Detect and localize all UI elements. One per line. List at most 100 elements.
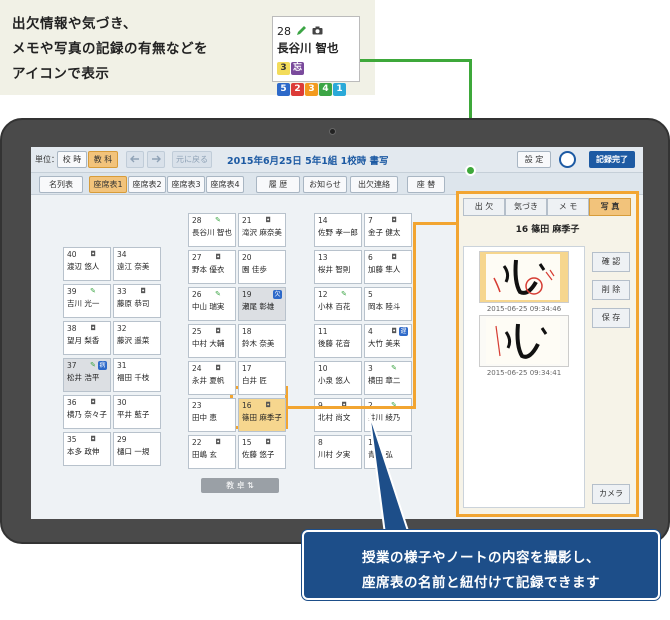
- seat-card[interactable]: 20 園 佳歩: [238, 250, 286, 284]
- caption-top: 出欠情報や気づき、 メモや写真の記録の有無などを アイコンで表示 28 長谷川 …: [0, 0, 375, 96]
- seat-student-name: 鈴木 奈美: [242, 339, 275, 348]
- seat-card[interactable]: 17 白井 匠: [238, 361, 286, 395]
- tab-attendance[interactable]: 出 欠: [463, 198, 505, 216]
- tab-seat-2[interactable]: 座席表2: [128, 176, 166, 193]
- seat-card[interactable]: 11 後藤 花音: [314, 324, 362, 358]
- seat-card[interactable]: 32 藤沢 遥菜: [113, 321, 161, 355]
- seat-card[interactable]: 6 ◘ 加藤 隼人: [364, 250, 412, 284]
- seat-number: 7: [368, 216, 373, 225]
- legend-badge-2: 2: [291, 83, 304, 96]
- record-complete-button[interactable]: 記録完了: [589, 151, 635, 168]
- seat-student-name: 田嶋 玄: [192, 450, 217, 459]
- seat-card[interactable]: 37 ✎ 病松井 浩平: [63, 358, 111, 392]
- seat-number: 25: [192, 327, 202, 336]
- seat-card[interactable]: 24 ◘ 永井 夏帆: [188, 361, 236, 395]
- tab-seat-3[interactable]: 座席表3: [167, 176, 205, 193]
- seat-student-name: 中村 大輔: [192, 339, 225, 348]
- legend-badge-5: 1: [333, 83, 346, 96]
- seat-student-name: 北村 尚文: [318, 413, 351, 422]
- settings-button[interactable]: 設 定: [517, 151, 551, 168]
- seat-card[interactable]: 36 ◘ 横乃 奈々子: [63, 395, 111, 429]
- legend-number: 28: [277, 25, 291, 38]
- history-button[interactable]: 履 歴: [256, 176, 300, 193]
- app-screen: 単位： 校 時 教 科 元に戻る 2015年6月25日 5年1組 1校時 書写 …: [31, 147, 643, 519]
- seat-card[interactable]: 14 佐野 孝一郎: [314, 213, 362, 247]
- photo-thumbnail[interactable]: [479, 315, 569, 367]
- tab-name-list[interactable]: 名列表: [39, 176, 83, 193]
- seat-card[interactable]: 21 ◘ 滝沢 麻奈美: [238, 213, 286, 247]
- attendance-contact-button[interactable]: 出欠連絡: [350, 176, 398, 193]
- seat-card[interactable]: 29 樋口 一規: [113, 432, 161, 466]
- calligraphy-photo: [486, 318, 560, 364]
- pencil-icon: ✎: [215, 290, 221, 298]
- seat-card[interactable]: 26 ✎ 中山 瑞実: [188, 287, 236, 321]
- seat-card[interactable]: 23 田中 恵: [188, 398, 236, 432]
- legend-badge-forget-count: 3: [277, 62, 290, 75]
- pencil-icon: ✎: [90, 361, 96, 369]
- save-button[interactable]: 保 存: [592, 308, 630, 328]
- undo-button[interactable]: 元に戻る: [172, 151, 212, 168]
- seat-card[interactable]: 31 福田 千枝: [113, 358, 161, 392]
- seat-student-name: 横乃 奈々子: [67, 410, 107, 419]
- seat-card[interactable]: 22 ◘ 田嶋 玄: [188, 435, 236, 469]
- tab-seat-1[interactable]: 座席表1: [89, 176, 127, 193]
- seat-number: 28: [192, 216, 202, 225]
- seat-student-name: 小林 百花: [318, 302, 351, 311]
- seat-number: 3: [368, 364, 373, 373]
- seat-card[interactable]: 16 ◘ 篠田 麻季子: [238, 398, 286, 432]
- callout-line-2: 座席表の名前と紐付けて記録できます: [362, 575, 600, 591]
- notice-button[interactable]: お知らせ: [303, 176, 347, 193]
- seat-card[interactable]: 12 ✎ 小林 百花: [314, 287, 362, 321]
- seat-card[interactable]: 15 ◘ 佐藤 悠子: [238, 435, 286, 469]
- seat-card[interactable]: 40 ◘ 渡辺 悠人: [63, 247, 111, 281]
- seat-number: 6: [368, 253, 373, 262]
- seat-card[interactable]: 4 ◘ 遅大竹 美来: [364, 324, 412, 358]
- seat-card[interactable]: 28 ✎ 長谷川 智也: [188, 213, 236, 247]
- confirm-button[interactable]: 確 認: [592, 252, 630, 272]
- seat-student-name: 金子 健太: [368, 228, 401, 237]
- seat-card[interactable]: 5 岡本 陸斗: [364, 287, 412, 321]
- delete-button[interactable]: 削 除: [592, 280, 630, 300]
- seat-number: 33: [117, 287, 127, 296]
- user-circle-icon[interactable]: [559, 151, 576, 168]
- seat-swap-button[interactable]: 座 替: [407, 176, 445, 193]
- seat-card[interactable]: 7 ◘ 金子 健太: [364, 213, 412, 247]
- photo-thumbnail[interactable]: [479, 251, 569, 303]
- teacher-desk-button[interactable]: 教 卓 ⇅: [201, 478, 279, 493]
- seat-student-name: 遠江 奈美: [117, 262, 150, 271]
- seat-card[interactable]: 13 桜井 智則: [314, 250, 362, 284]
- tab-notice[interactable]: 気づき: [505, 198, 547, 216]
- tab-memo[interactable]: メ モ: [547, 198, 589, 216]
- seat-card[interactable]: 39 ✎ 吉川 光一: [63, 284, 111, 318]
- seat-number: 10: [318, 364, 328, 373]
- prev-arrow-button[interactable]: [126, 151, 144, 168]
- seat-number: 34: [117, 250, 127, 259]
- seat-card[interactable]: 25 ◘ 中村 大輔: [188, 324, 236, 358]
- seat-card[interactable]: 3 ✎ 横田 章二: [364, 361, 412, 395]
- seat-student-name: 永井 夏帆: [192, 376, 225, 385]
- seat-card[interactable]: 19 欠瀬尾 彰雄: [238, 287, 286, 321]
- seat-card[interactable]: 10 小泉 悠人: [314, 361, 362, 395]
- camera-button[interactable]: カメラ: [592, 484, 630, 504]
- legend-badge-3: 3: [305, 83, 318, 96]
- seat-student-name: 桜井 智則: [318, 265, 351, 274]
- seat-number: 13: [318, 253, 328, 262]
- seat-card[interactable]: 35 ◘ 本多 政伸: [63, 432, 111, 466]
- seat-card[interactable]: 27 ◘ 野本 優衣: [188, 250, 236, 284]
- seat-student-name: 樋口 一規: [117, 447, 150, 456]
- seat-number: 5: [368, 290, 373, 299]
- seat-card[interactable]: 30 平井 藍子: [113, 395, 161, 429]
- seat-card[interactable]: 34 遠江 奈美: [113, 247, 161, 281]
- camera-icon: ◘: [215, 327, 221, 335]
- tab-seat-4[interactable]: 座席表4: [206, 176, 244, 193]
- school-hour-button[interactable]: 校 時: [57, 151, 87, 168]
- seat-student-name: 滝沢 麻奈美: [242, 228, 282, 237]
- seat-card[interactable]: 18 鈴木 奈美: [238, 324, 286, 358]
- next-arrow-button[interactable]: [147, 151, 165, 168]
- seat-number: 14: [318, 216, 328, 225]
- seat-card[interactable]: 38 ◘ 望月 梨香: [63, 321, 111, 355]
- subject-button[interactable]: 教 科: [88, 151, 118, 168]
- tab-photo[interactable]: 写 真: [589, 198, 631, 216]
- caption-line-3: アイコンで表示: [12, 66, 110, 82]
- seat-card[interactable]: 33 ◘ 藤原 恭司: [113, 284, 161, 318]
